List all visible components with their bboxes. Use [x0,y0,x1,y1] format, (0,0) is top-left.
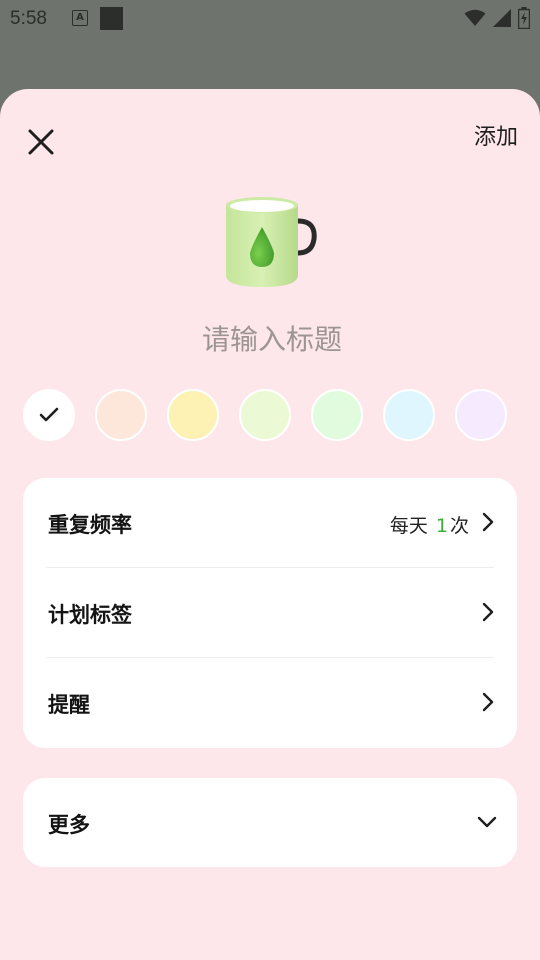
title-input[interactable] [120,315,424,363]
color-swatch-sky[interactable] [383,389,435,441]
add-button[interactable]: 添加 [474,119,518,151]
settings-card: 重复频率 每天 1次 计划标签 提醒 [23,478,517,748]
square-notification-icon [100,7,123,30]
reminder-row[interactable]: 提醒 [23,658,517,747]
chevron-right-icon [482,692,494,712]
chevron-right-icon [482,602,494,622]
chevron-right-icon [482,512,494,532]
check-icon [39,407,59,422]
status-icons [464,6,530,30]
status-time: 5:58 [10,8,47,29]
close-icon [28,129,54,155]
color-swatch-lime[interactable] [239,389,291,441]
repeat-value-suffix: 次 [449,515,469,537]
chevron-down-icon [477,816,497,828]
color-swatch-white[interactable] [23,389,75,441]
repeat-value-prefix: 每天 [389,515,428,537]
signal-icon [493,9,511,27]
more-card: 更多 [23,778,517,867]
repeat-frequency-row[interactable]: 重复频率 每天 1次 [23,478,517,567]
color-swatch-peach[interactable] [95,389,147,441]
mug-water-drop-icon[interactable] [218,191,322,295]
repeat-frequency-label: 重复频率 [48,513,132,537]
color-swatch-mint[interactable] [311,389,363,441]
color-swatch-lavender[interactable] [455,389,507,441]
reminder-label: 提醒 [48,693,90,717]
wifi-icon [464,9,486,26]
repeat-value-count: 1 [435,515,448,537]
repeat-frequency-value: 每天 1次 [390,511,469,538]
close-button[interactable] [20,121,62,163]
battery-charging-icon [518,7,530,29]
color-swatches [23,389,517,445]
color-swatch-yellow[interactable] [167,389,219,441]
more-row[interactable]: 更多 [23,778,517,867]
more-label: 更多 [48,813,90,837]
plan-tags-label: 计划标签 [48,603,132,627]
a-notification-icon: A [72,10,88,26]
add-habit-sheet: 添加 请输入标题 重复频率 每天 1 次 计划标签 提醒 更多 [0,89,540,960]
status-bar: 5:58 A [0,0,540,38]
plan-tags-row[interactable]: 计划标签 [23,568,517,657]
